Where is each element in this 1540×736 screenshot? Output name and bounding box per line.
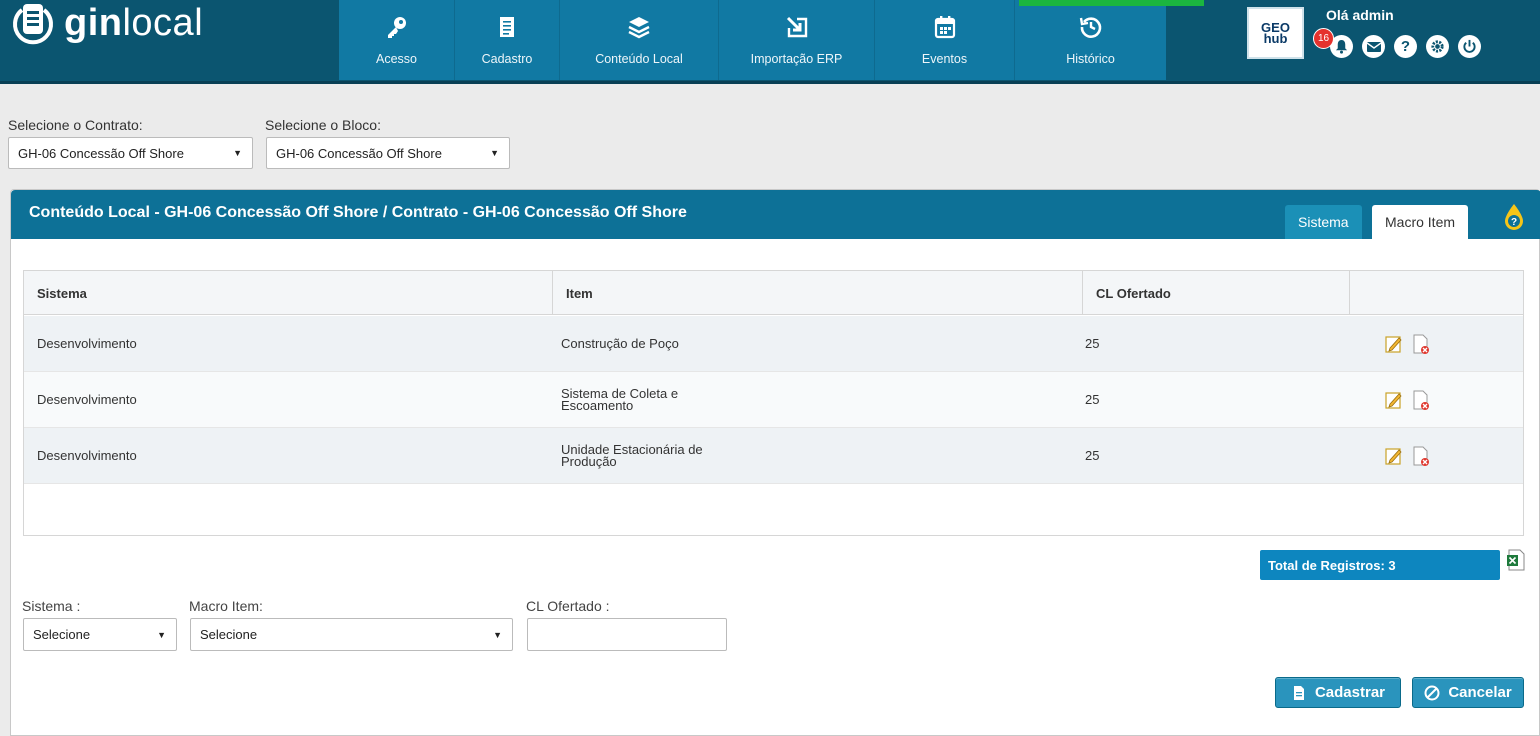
- nav-label: Importação ERP: [750, 52, 843, 66]
- svg-text:?: ?: [1511, 217, 1517, 228]
- document-icon: [1293, 685, 1304, 700]
- contract-select[interactable]: GH-06 Concessão Off Shore ▼: [8, 137, 253, 169]
- mail-icon[interactable]: [1362, 35, 1385, 58]
- nav-label: Acesso: [376, 52, 417, 66]
- power-icon[interactable]: [1458, 35, 1481, 58]
- column-header-actions: [1350, 271, 1523, 315]
- column-header-sistema[interactable]: Sistema: [24, 271, 553, 315]
- cell-sistema: Desenvolvimento: [37, 448, 137, 463]
- delete-icon[interactable]: [1412, 390, 1430, 410]
- cell-item: Construção de Poço: [561, 336, 679, 351]
- macro-item-select[interactable]: Selecione ▼: [190, 618, 513, 651]
- cl-ofertado-field-label: CL Ofertado :: [526, 598, 610, 614]
- cell-cl-ofertado: 25: [1085, 336, 1100, 351]
- header-icons: ?: [1330, 35, 1481, 58]
- nav-label: Conteúdo Local: [595, 52, 683, 66]
- notification-badge: 16: [1313, 28, 1334, 49]
- gear-icon[interactable]: [1426, 35, 1449, 58]
- user-greeting: Olá admin: [1326, 7, 1394, 23]
- records-table: Sistema Item CL Ofertado Desenvolvimento…: [23, 270, 1524, 536]
- main-nav: Acesso Cadastro Conteúdo Local Importaçã…: [339, 0, 1204, 80]
- edit-icon[interactable]: [1385, 334, 1403, 354]
- table-row: Desenvolvimento Sistema de Coleta e Esco…: [24, 372, 1523, 428]
- document-icon: [500, 17, 514, 37]
- edit-icon[interactable]: [1385, 390, 1403, 410]
- cell-item: Unidade Estacionária de Produção: [561, 442, 703, 469]
- sistema-field-label: Sistema :: [22, 598, 81, 614]
- cadastrar-button[interactable]: Cadastrar: [1275, 677, 1401, 708]
- geohub-logo[interactable]: GEO hub: [1247, 7, 1304, 59]
- key-icon: [387, 17, 406, 38]
- nav-item-importacao-erp[interactable]: Importação ERP: [719, 0, 875, 80]
- tab-macro-item[interactable]: Macro Item: [1372, 205, 1469, 239]
- geohub-logo-text: GEO hub: [1261, 20, 1290, 46]
- delete-icon[interactable]: [1412, 446, 1430, 466]
- excel-export-icon[interactable]: [1506, 549, 1526, 571]
- import-icon: [786, 16, 807, 38]
- cadastrar-label: Cadastrar: [1314, 684, 1386, 701]
- block-select-value: GH-06 Concessão Off Shore: [276, 145, 442, 161]
- help-icon[interactable]: ?: [1394, 35, 1417, 58]
- macro-item-field-label: Macro Item:: [189, 598, 263, 614]
- nav-item-eventos[interactable]: Eventos: [875, 0, 1015, 80]
- help-drop-icon[interactable]: ?: [1502, 203, 1526, 231]
- chevron-down-icon: ▼: [233, 148, 242, 158]
- active-nav-indicator: [1019, 0, 1204, 6]
- contract-select-value: GH-06 Concessão Off Shore: [18, 145, 184, 161]
- total-records-badge: Total de Registros: 3: [1260, 550, 1500, 580]
- block-select-label: Selecione o Bloco:: [265, 117, 381, 133]
- table-row: Desenvolvimento Construção de Poço 25: [24, 316, 1523, 372]
- cancelar-label: Cancelar: [1448, 684, 1512, 701]
- app-logo[interactable]: ginlocal: [8, 2, 203, 48]
- contract-select-label: Selecione o Contrato:: [8, 117, 143, 133]
- chevron-down-icon: ▼: [490, 148, 499, 158]
- chevron-down-icon: ▼: [157, 629, 166, 640]
- nav-label: Cadastro: [481, 52, 533, 66]
- logo-icon: [13, 4, 53, 45]
- history-icon: [1079, 17, 1101, 38]
- cell-cl-ofertado: 25: [1085, 448, 1100, 463]
- macro-item-select-value: Selecione: [200, 627, 258, 642]
- nav-item-historico[interactable]: Histórico: [1015, 0, 1166, 80]
- nav-label: Histórico: [1066, 52, 1115, 66]
- chevron-down-icon: ▼: [493, 629, 502, 640]
- sistema-select-value: Selecione: [33, 627, 91, 642]
- delete-icon[interactable]: [1412, 334, 1430, 354]
- cancelar-button[interactable]: Cancelar: [1412, 677, 1524, 708]
- cell-sistema: Desenvolvimento: [37, 336, 137, 351]
- content-panel: Conteúdo Local - GH-06 Concessão Off Sho…: [10, 189, 1540, 736]
- top-bar: ginlocal Acesso Cadastro Conteúdo Local …: [0, 0, 1540, 84]
- cell-cl-ofertado: 25: [1085, 392, 1100, 407]
- cell-sistema: Desenvolvimento: [37, 392, 137, 407]
- cl-ofertado-input[interactable]: [527, 618, 727, 651]
- layers-icon: [628, 17, 650, 39]
- nav-label: Eventos: [921, 52, 968, 66]
- column-header-item[interactable]: Item: [553, 271, 1083, 315]
- edit-icon[interactable]: [1385, 446, 1403, 466]
- panel-title: Conteúdo Local - GH-06 Concessão Off Sho…: [29, 204, 687, 221]
- block-select[interactable]: GH-06 Concessão Off Shore ▼: [266, 137, 510, 169]
- logo-text: ginlocal: [64, 1, 204, 44]
- nav-item-acesso[interactable]: Acesso: [339, 0, 455, 80]
- calendar-icon: [934, 16, 955, 39]
- sistema-select[interactable]: Selecione ▼: [23, 618, 177, 651]
- table-row: Desenvolvimento Unidade Estacionária de …: [24, 428, 1523, 484]
- nav-item-conteudo-local[interactable]: Conteúdo Local: [560, 0, 719, 80]
- column-header-cl-ofertado[interactable]: CL Ofertado: [1083, 271, 1350, 315]
- tab-sistema[interactable]: Sistema: [1285, 205, 1362, 239]
- table-header: Sistema Item CL Ofertado: [24, 271, 1523, 315]
- cancel-icon: [1424, 685, 1440, 700]
- panel-header: Conteúdo Local - GH-06 Concessão Off Sho…: [11, 190, 1540, 239]
- nav-item-cadastro[interactable]: Cadastro: [455, 0, 560, 80]
- cell-item: Sistema de Coleta e Escoamento: [561, 386, 679, 413]
